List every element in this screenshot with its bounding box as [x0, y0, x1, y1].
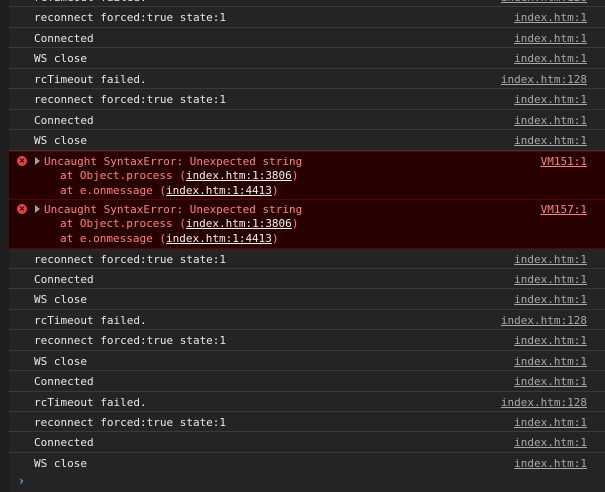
log-text: rcTimeout failed. [34, 0, 147, 4]
source-link[interactable]: index.htm:1 [514, 375, 587, 388]
source-link[interactable]: index.htm:1 [514, 293, 587, 306]
source-link[interactable]: index.htm:1 [514, 253, 587, 266]
source-link[interactable]: index.htm:1 [514, 457, 587, 470]
console-log-message: reconnect forced:true state:1 index.htm:1 [9, 7, 605, 28]
stack-frame-link[interactable]: index.htm:1:4413 [166, 184, 272, 197]
console-log-message: WS close index.htm:1 [9, 48, 605, 69]
console-prompt[interactable]: › [9, 471, 605, 492]
error-message: Uncaught SyntaxError: Unexpected string [44, 154, 303, 168]
console-log-message: reconnect forced:true state:1 index.htm:1 [9, 330, 605, 351]
source-link[interactable]: index.htm:1 [514, 334, 587, 347]
stack-frame-text: ) [291, 169, 299, 182]
source-link[interactable]: index.htm:128 [501, 396, 587, 409]
console-log-message: WS close index.htm:1 [9, 351, 605, 372]
log-text: WS close [34, 293, 87, 307]
log-text: reconnect forced:true state:1 [34, 93, 227, 107]
stack-frame-text: at Object.process ( [60, 217, 186, 230]
log-text: rcTimeout failed. [34, 313, 147, 327]
log-text: reconnect forced:true state:1 [34, 252, 227, 266]
source-link[interactable]: index.htm:128 [501, 73, 587, 86]
log-text: reconnect forced:true state:1 [34, 334, 227, 348]
console-log-message: rcTimeout failed. index.htm:128 [9, 0, 605, 8]
error-message: Uncaught SyntaxError: Unexpected string [44, 202, 303, 216]
stack-frame-text: at e.onmessage ( [60, 231, 166, 245]
stack-frame: at Object.process (index.htm:1:3806) [44, 217, 302, 232]
expand-triangle-icon[interactable] [35, 204, 40, 213]
console-log-message: Connected index.htm:1 [9, 371, 605, 392]
expand-triangle-icon[interactable] [35, 156, 40, 165]
console-log-message: rcTimeout failed. index.htm:128 [9, 310, 605, 331]
log-text: Connected [34, 113, 94, 127]
stack-frame-text: at e.onmessage ( [60, 183, 166, 197]
console-log-message: Connected index.htm:1 [9, 28, 605, 49]
stack-frame-link[interactable]: index.htm:1:3806 [186, 169, 292, 182]
stack-frame-link[interactable]: index.htm:1:4413 [166, 232, 272, 245]
log-text: Connected [34, 272, 94, 286]
stack-frame-text: ) [271, 231, 279, 245]
console-messages: rcTimeout failed. index.htm:128 reconnect … [9, 0, 605, 474]
console-log-message: WS close index.htm:1 [9, 130, 605, 151]
console-log-message: reconnect forced:true state:1 index.htm:1 [9, 412, 605, 433]
log-text: Connected [34, 436, 94, 450]
console-panel: rcTimeout failed. index.htm:128 reconnect … [0, 0, 605, 492]
log-text: rcTimeout failed. [34, 395, 147, 409]
source-link[interactable]: index.htm:128 [501, 314, 587, 327]
error-icon: × [17, 203, 27, 214]
log-text: reconnect forced:true state:1 [34, 11, 227, 25]
stack-frame-text: ) [291, 217, 299, 230]
log-text: WS close [34, 456, 87, 470]
stack-frame-text: at Object.process ( [60, 169, 186, 182]
console-input[interactable] [33, 472, 593, 490]
console-log-message: rcTimeout failed. index.htm:128 [9, 392, 605, 412]
stack-frame: at e.onmessage (index.htm:1:4413) [44, 184, 302, 199]
log-text: WS close [34, 354, 87, 368]
source-link[interactable]: index.htm:1 [514, 93, 587, 106]
stack-frame: at Object.process (index.htm:1:3806) [44, 169, 302, 184]
console-log-message: WS close index.htm:1 [9, 289, 605, 310]
source-link[interactable]: index.htm:1 [514, 416, 587, 429]
source-link[interactable]: index.htm:1 [514, 11, 587, 24]
stack-frame-link[interactable]: index.htm:1:3806 [186, 217, 292, 230]
prompt-chevron-icon: › [19, 474, 24, 488]
source-link[interactable]: index.htm:1 [514, 32, 587, 45]
error-text: Uncaught SyntaxError: Unexpected string a… [44, 203, 302, 247]
source-link[interactable]: index.htm:1 [514, 436, 587, 449]
source-link[interactable]: index.htm:128 [501, 0, 587, 4]
stack-frame: at e.onmessage (index.htm:1:4413) [44, 232, 302, 247]
source-link[interactable]: index.htm:1 [514, 355, 587, 368]
console-log-message: Connected index.htm:1 [9, 110, 605, 131]
console-log-message: rcTimeout failed. index.htm:128 [9, 69, 605, 90]
console-log-message: reconnect forced:true state:1 index.htm:1 [9, 89, 605, 110]
console-error-message: × Uncaught SyntaxError: Unexpected string… [9, 199, 605, 249]
error-icon: × [17, 155, 27, 166]
log-text: WS close [34, 134, 87, 148]
console-log-message: reconnect forced:true state:1 index.htm:1 [9, 249, 605, 269]
stack-frame-text: ) [271, 183, 279, 197]
source-link[interactable]: index.htm:1 [514, 52, 587, 65]
source-link[interactable]: index.htm:1 [514, 273, 587, 286]
source-link[interactable]: VM151:1 [541, 155, 587, 168]
console-log-message: Connected index.htm:1 [9, 269, 605, 290]
error-text: Uncaught SyntaxError: Unexpected string a… [44, 155, 302, 199]
console-error-message: × Uncaught SyntaxError: Unexpected string… [9, 150, 605, 200]
source-link[interactable]: index.htm:1 [514, 134, 587, 147]
log-text: Connected [34, 31, 94, 45]
source-link[interactable]: index.htm:1 [514, 114, 587, 127]
log-text: reconnect forced:true state:1 [34, 416, 227, 429]
log-text: rcTimeout failed. [34, 72, 147, 86]
console-log-message: Connected index.htm:1 [9, 432, 605, 453]
log-text: WS close [34, 52, 87, 66]
log-text: Connected [34, 375, 94, 389]
console-gutter [0, 0, 9, 492]
source-link[interactable]: VM157:1 [541, 203, 587, 216]
